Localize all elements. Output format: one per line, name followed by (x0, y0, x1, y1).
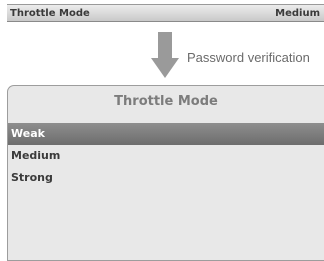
password-verification-caption: Password verification (187, 50, 310, 65)
throttle-mode-screen: Throttle Mode Weak Medium Strong (7, 85, 324, 261)
arrow-down-icon (151, 32, 179, 78)
setting-value: Medium (275, 7, 320, 19)
option-medium[interactable]: Medium (8, 145, 324, 167)
option-strong[interactable]: Strong (8, 167, 324, 189)
throttle-mode-setting-row[interactable]: Throttle Mode Medium (7, 4, 324, 22)
screen-title: Throttle Mode (114, 94, 218, 109)
setting-label: Throttle Mode (10, 7, 90, 19)
option-weak[interactable]: Weak (8, 123, 324, 145)
option-list: Weak Medium Strong (8, 123, 324, 189)
